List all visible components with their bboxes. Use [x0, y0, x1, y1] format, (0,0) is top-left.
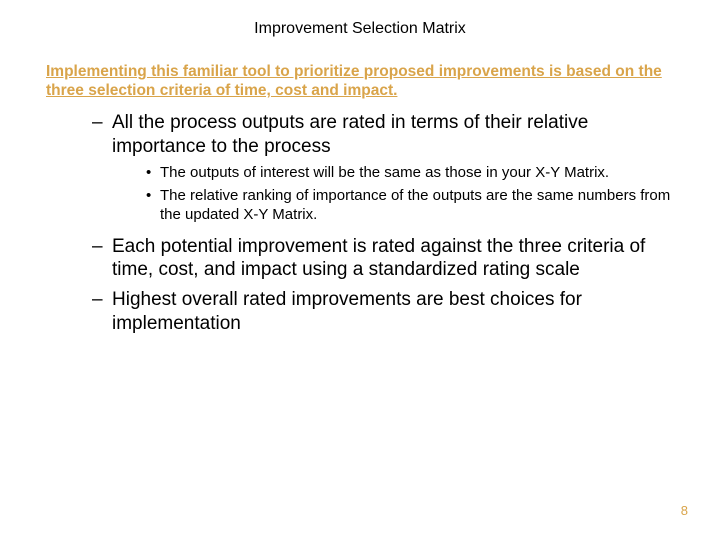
page-number: 8 — [681, 503, 688, 518]
bullet-text: Each potential improvement is rated agai… — [112, 236, 645, 281]
bullet-list-level1: All the process outputs are rated in ter… — [92, 111, 682, 336]
slide-container: Improvement Selection Matrix Implementin… — [0, 0, 720, 540]
bullet-text: The outputs of interest will be the same… — [160, 164, 609, 181]
slide-title: Improvement Selection Matrix — [38, 20, 682, 38]
list-item: Highest overall rated improvements are b… — [92, 288, 682, 336]
list-item: Each potential improvement is rated agai… — [92, 235, 682, 283]
bullet-list-level2: The outputs of interest will be the same… — [146, 164, 682, 224]
list-item: The relative ranking of importance of th… — [146, 187, 682, 225]
list-item: All the process outputs are rated in ter… — [92, 111, 682, 225]
list-item: The outputs of interest will be the same… — [146, 164, 682, 183]
bullet-text: Highest overall rated improvements are b… — [112, 289, 582, 334]
bullet-text: All the process outputs are rated in ter… — [112, 112, 588, 157]
slide-subtitle: Implementing this familiar tool to prior… — [46, 62, 674, 101]
bullet-text: The relative ranking of importance of th… — [160, 187, 670, 223]
